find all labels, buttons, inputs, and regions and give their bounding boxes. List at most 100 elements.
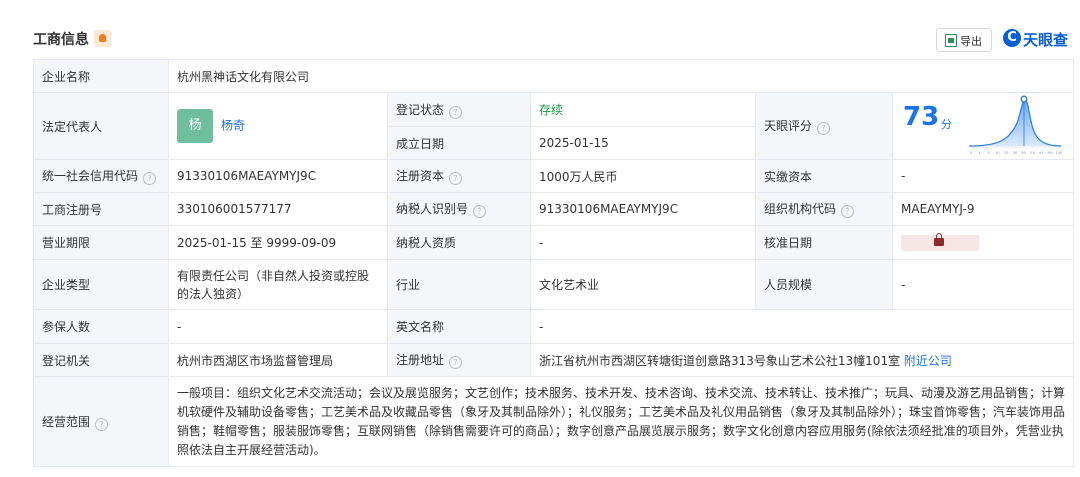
- staff-size-label: 人员规模: [755, 259, 893, 310]
- x-tick-label: 95: [1030, 151, 1035, 155]
- table-row: 登记机关 杭州市西湖区市场监督管理局 注册地址? 浙江省杭州市西湖区转塘街道创意…: [33, 343, 1075, 377]
- x-tick-label: 65: [1022, 151, 1027, 155]
- score-cell[interactable]: 73 分 0 1 5 10 15 50 65 95 97 99 100: [891, 92, 1075, 160]
- legal-rep-label: 法定代表人: [33, 92, 169, 160]
- x-tick-label: 0: [970, 151, 973, 155]
- reg-address-label: 注册地址: [396, 353, 445, 367]
- nearby-companies-link[interactable]: 附近公司: [904, 354, 952, 368]
- reg-authority-value: 杭州市西湖区市场监督管理局: [168, 343, 388, 377]
- industry-label: 行业: [387, 259, 531, 310]
- approval-date-value: [891, 225, 1075, 260]
- reg-address-value: 浙江省杭州市西湖区转塘街道创意路313号象山艺术公社13幢101室: [539, 353, 901, 368]
- lock-icon: [934, 232, 944, 246]
- reg-capital-label: 注册资本: [396, 169, 445, 183]
- table-row: 企业名称 杭州黑神话文化有限公司: [33, 59, 1075, 93]
- business-info-table: 企业名称 杭州黑神话文化有限公司 法定代表人 杨杨奇 登记状态? 存续 天眼评分…: [33, 59, 1075, 467]
- reg-capital-value: 1000万人民币: [530, 159, 756, 193]
- x-tick-label: 99: [1048, 151, 1053, 155]
- x-tick-labels: 0 1 5 10 15 50 65 95 97 99 100: [970, 151, 1063, 155]
- score-value: 73: [903, 102, 940, 132]
- staff-size-value: -: [891, 259, 1075, 310]
- taxpayer-id-value: 91330106MAEAYMYJ9C: [530, 192, 756, 226]
- locked-value[interactable]: [901, 232, 979, 251]
- org-code-label: 组织机构代码: [764, 202, 837, 216]
- x-tick-label: 15: [1004, 151, 1009, 155]
- score-label-cell: 天眼评分?: [755, 92, 893, 160]
- score-marker-dot: [1020, 95, 1028, 103]
- table-row: 法定代表人 杨杨奇 登记状态? 存续 天眼评分? 73 分 0 1 5 10 15 50 6…: [33, 92, 1075, 160]
- reg-authority-label: 登记机关: [33, 343, 169, 377]
- score-unit: 分: [941, 118, 952, 131]
- excel-icon: [945, 34, 957, 47]
- org-code-label-cell: 组织机构代码?: [755, 192, 893, 226]
- credit-code-label-cell: 统一社会信用代码?: [33, 159, 169, 193]
- table-row: 统一社会信用代码? 91330106MAEAYMYJ9C 注册资本? 1000万…: [33, 159, 1075, 193]
- x-tick-label: 1: [979, 151, 981, 155]
- founded-value: 2025-01-15: [530, 126, 756, 160]
- business-scope-label: 经营范围: [42, 414, 91, 429]
- x-tick-label: 97: [1039, 151, 1044, 155]
- help-icon[interactable]: ?: [473, 205, 487, 218]
- business-scope-value: 一般项目：组织文化艺术交流活动；会议及展览服务；文艺创作；技术服务、技术开发、技…: [167, 376, 1075, 467]
- export-label: 导出: [960, 35, 982, 48]
- english-name-value: -: [529, 309, 1075, 344]
- legal-rep-link[interactable]: 杨奇: [221, 119, 245, 133]
- export-button[interactable]: 导出: [936, 28, 992, 52]
- taxpayer-id-label: 纳税人识别号: [396, 202, 469, 216]
- taxpayer-qual-value: -: [530, 225, 756, 260]
- business-term-label: 营业期限: [33, 225, 169, 260]
- reg-number-label: 工商注册号: [33, 192, 169, 226]
- x-tick-label: 50: [1013, 151, 1018, 155]
- table-row: 工商注册号 330106001577177 纳税人识别号? 91330106MA…: [33, 192, 1075, 226]
- help-icon[interactable]: ?: [841, 205, 855, 218]
- score-label: 天眼评分: [764, 119, 813, 133]
- help-icon[interactable]: ?: [449, 356, 463, 369]
- section-header: 工商信息 导出 C 天眼查: [33, 26, 1080, 54]
- help-icon[interactable]: ?: [143, 172, 157, 185]
- company-type-label: 企业类型: [33, 259, 169, 310]
- credit-code-value: 91330106MAEAYMYJ9C: [168, 159, 388, 193]
- company-type-value: 有限责任公司（非自然人投资或控股的法人独资）: [168, 259, 388, 310]
- industry-value: 文化艺术业: [530, 259, 756, 310]
- help-icon[interactable]: ?: [817, 122, 831, 135]
- company-name-value: 杭州黑神话文化有限公司: [167, 59, 1075, 93]
- reg-status-value: 存续: [530, 92, 756, 127]
- x-tick-label: 10: [995, 151, 1000, 155]
- avatar[interactable]: 杨: [177, 109, 213, 143]
- score-distribution-chart: 0 1 5 10 15 50 65 95 97 99 100: [968, 95, 1063, 155]
- taxpayer-qual-label: 纳税人资质: [387, 225, 531, 260]
- help-icon[interactable]: ?: [449, 105, 463, 119]
- reg-status-label-cell: 登记状态?: [387, 92, 531, 127]
- business-scope-label-cell: 经营范围?: [33, 376, 169, 467]
- status-badge: 存续: [539, 103, 564, 117]
- reg-address-cell: 浙江省杭州市西湖区转塘街道创意路313号象山艺术公社13幢101室 附近公司: [529, 343, 1075, 377]
- table-row: 经营范围? 一般项目：组织文化艺术交流活动；会议及展览服务；文艺创作；技术服务、…: [33, 376, 1075, 467]
- insured-value: -: [168, 309, 388, 344]
- bell-icon[interactable]: [94, 30, 111, 47]
- legal-rep-cell: 杨杨奇: [168, 92, 388, 160]
- paid-capital-value: -: [891, 159, 1075, 193]
- table-row: 营业期限 2025-01-15 至 9999-09-09 纳税人资质 - 核准日…: [33, 225, 1075, 260]
- logo-mark-icon: C: [1003, 29, 1021, 47]
- table-row: 参保人数 - 英文名称 -: [33, 309, 1075, 344]
- logo-text: 天眼查: [1023, 31, 1069, 49]
- x-tick-label: 5: [987, 151, 989, 155]
- reg-capital-label-cell: 注册资本?: [387, 159, 531, 193]
- org-code-value: MAEAYMYJ-9: [891, 192, 1075, 226]
- company-name-label: 企业名称: [33, 59, 169, 93]
- founded-label: 成立日期: [387, 126, 531, 160]
- approval-date-label: 核准日期: [755, 225, 893, 260]
- reg-number-value: 330106001577177: [168, 192, 388, 226]
- english-name-label: 英文名称: [387, 309, 531, 344]
- help-icon[interactable]: ?: [449, 172, 463, 185]
- reg-status-label: 登记状态: [396, 102, 445, 117]
- credit-code-label: 统一社会信用代码: [42, 169, 139, 183]
- taxpayer-id-label-cell: 纳税人识别号?: [387, 192, 531, 226]
- x-tick-label: 100: [1056, 151, 1063, 155]
- section-title: 工商信息: [33, 32, 89, 48]
- help-icon[interactable]: ?: [95, 417, 109, 431]
- insured-label: 参保人数: [33, 309, 169, 344]
- business-term-value: 2025-01-15 至 9999-09-09: [168, 225, 388, 260]
- distribution-area: [969, 100, 1061, 146]
- paid-capital-label: 实缴资本: [755, 159, 893, 193]
